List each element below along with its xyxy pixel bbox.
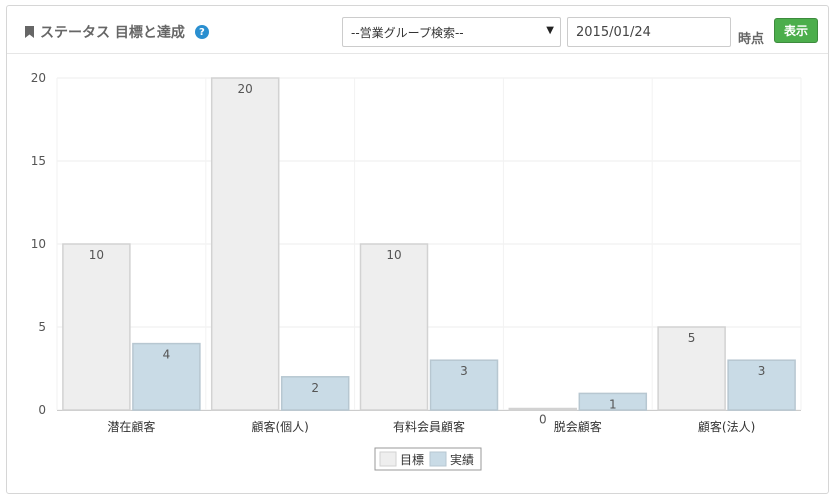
data-label-target: 10 xyxy=(89,248,104,262)
data-label-target: 5 xyxy=(688,331,696,345)
y-tick-label: 10 xyxy=(31,237,46,251)
x-category-label: 脱会顧客 xyxy=(554,419,602,434)
data-label-target: 0 xyxy=(539,413,547,427)
x-category-label: 潜在顧客 xyxy=(107,419,155,434)
y-tick-label: 20 xyxy=(31,71,46,85)
legend-label-target[interactable]: 目標 xyxy=(400,453,424,467)
x-category-label: 顧客(法人) xyxy=(698,419,755,434)
data-label-actual: 2 xyxy=(311,381,319,395)
x-category-label: 有料会員顧客 xyxy=(393,419,465,434)
x-category-label: 顧客(個人) xyxy=(252,419,309,434)
data-label-actual: 3 xyxy=(758,364,766,378)
bar-target[interactable] xyxy=(210,77,280,411)
y-tick-label: 5 xyxy=(38,320,46,334)
legend-swatch-target[interactable] xyxy=(379,451,397,467)
bar-target[interactable] xyxy=(359,243,429,411)
y-tick-label: 15 xyxy=(31,154,46,168)
data-label-target: 20 xyxy=(238,82,253,96)
bar-target[interactable] xyxy=(508,407,578,411)
data-label-actual: 1 xyxy=(609,397,617,411)
data-label-actual: 4 xyxy=(163,348,171,362)
data-label-target: 10 xyxy=(386,248,401,262)
legend-label-actual[interactable]: 実績 xyxy=(450,452,474,467)
bar-target[interactable] xyxy=(62,243,131,411)
chart-legend[interactable]: 目標 実績 xyxy=(374,447,482,471)
bar-chart: 0 5 10 15 20 10 4 潜在顧客 20 2 顧客(個人) 10 3 有料会員顧客 0 1 脱会顧客 5… xyxy=(31,71,802,471)
legend-swatch-actual[interactable] xyxy=(429,451,447,467)
data-label-actual: 3 xyxy=(460,364,468,378)
y-tick-label: 0 xyxy=(38,403,46,417)
